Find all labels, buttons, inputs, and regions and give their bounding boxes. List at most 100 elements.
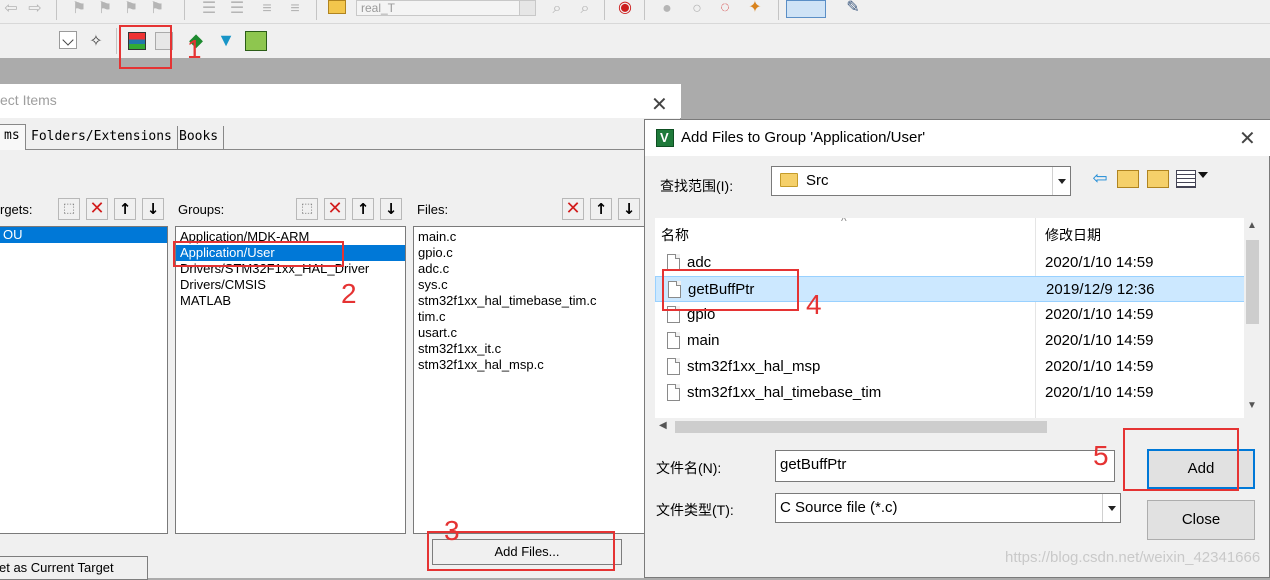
scroll-up-icon[interactable]: ▲ bbox=[1247, 220, 1257, 231]
new-target-icon[interactable]: ⬚ bbox=[58, 198, 80, 220]
toolbar-separator bbox=[604, 0, 605, 20]
move-down-icon[interactable]: ↓ bbox=[142, 198, 164, 220]
bookmark-prev-icon[interactable]: ⚑ bbox=[96, 0, 114, 18]
chevron-down-icon bbox=[62, 34, 74, 46]
annotation-label-3: 3 bbox=[444, 515, 460, 546]
filename-input[interactable]: getBuffPtr bbox=[775, 450, 1115, 482]
list-item[interactable]: stm32f1xx_it.c bbox=[414, 341, 652, 357]
indent-icon[interactable]: ☰ bbox=[200, 0, 218, 18]
manage-dialog-tabs: ms Folders/Extensions Books bbox=[0, 124, 681, 150]
move-down-icon[interactable]: ↓ bbox=[618, 198, 640, 220]
chevron-down-icon[interactable] bbox=[1102, 494, 1120, 522]
column-header-date[interactable]: 修改日期 bbox=[1045, 218, 1101, 250]
set-as-current-target-button[interactable]: et as Current Target bbox=[0, 556, 148, 580]
annotation-label-1: 1 bbox=[187, 34, 202, 64]
close-icon[interactable]: ✕ bbox=[651, 88, 668, 120]
window-layout-icon[interactable] bbox=[786, 0, 826, 18]
breakpoint-icon[interactable]: ● bbox=[658, 0, 676, 18]
configure-icon[interactable]: ✎ bbox=[844, 0, 862, 18]
annotation-box-2 bbox=[173, 241, 344, 267]
tab-project-items[interactable]: ms bbox=[0, 124, 26, 150]
look-in-label: 查找范围(I): bbox=[660, 178, 734, 194]
file-name: stm32f1xx_hal_timebase_tim bbox=[687, 384, 882, 401]
close-icon[interactable]: ✕ bbox=[1239, 120, 1256, 156]
chevron-down-icon[interactable] bbox=[1198, 172, 1208, 178]
back-icon[interactable]: ⇦ bbox=[1089, 168, 1111, 190]
chevron-down-icon[interactable] bbox=[1052, 167, 1070, 195]
uncomment-icon[interactable]: ≡ bbox=[286, 0, 304, 18]
comment-icon[interactable]: ≡ bbox=[258, 0, 276, 18]
list-item[interactable]: stm32f1xx_hal_msp.c bbox=[414, 357, 652, 373]
options-wand-icon[interactable]: ✧ bbox=[86, 31, 106, 51]
debug-start-icon[interactable]: ◉ bbox=[616, 0, 634, 18]
list-item[interactable]: stm32f1xx_hal_timebase_tim.c bbox=[414, 293, 652, 309]
toolbar-separator bbox=[184, 0, 185, 20]
delete-file-icon[interactable]: ✕ bbox=[562, 198, 584, 220]
delete-target-icon[interactable]: ✕ bbox=[86, 198, 108, 220]
vertical-scrollbar[interactable]: ▲ ▼ bbox=[1244, 218, 1261, 418]
incremental-find-icon[interactable]: ⌕ bbox=[576, 0, 594, 18]
list-item[interactable]: usart.c bbox=[414, 325, 652, 341]
verify-icon[interactable]: ▼ bbox=[216, 30, 236, 50]
targets-label: rgets: bbox=[0, 202, 33, 217]
close-button[interactable]: Close bbox=[1147, 500, 1255, 540]
breakpoint-kill-icon[interactable]: ✦ bbox=[746, 0, 764, 18]
annotation-box-5 bbox=[1123, 428, 1239, 491]
breakpoint-disable-icon[interactable]: ○ bbox=[688, 0, 706, 18]
bookmark-next-icon[interactable]: ⚑ bbox=[122, 0, 140, 18]
annotation-label-4: 4 bbox=[806, 289, 822, 320]
chevron-down-icon[interactable] bbox=[519, 1, 535, 15]
up-folder-icon[interactable] bbox=[1117, 170, 1139, 188]
file-date: 2020/1/10 14:59 bbox=[1045, 332, 1154, 349]
tab-folders-extensions[interactable]: Folders/Extensions bbox=[26, 126, 178, 150]
scroll-down-icon[interactable]: ▼ bbox=[1247, 400, 1257, 411]
list-item[interactable]: gpio.c bbox=[414, 245, 652, 261]
target-combo[interactable]: real_T bbox=[356, 0, 536, 16]
scroll-thumb[interactable] bbox=[1246, 240, 1259, 324]
filetype-label: 文件类型(T): bbox=[656, 502, 734, 518]
move-down-icon[interactable]: ↓ bbox=[380, 198, 402, 220]
bookmark-clear-icon[interactable]: ⚑ bbox=[148, 0, 166, 18]
scroll-left-icon[interactable]: ◀ bbox=[659, 420, 667, 431]
new-group-icon[interactable]: ⬚ bbox=[296, 198, 318, 220]
toolbar-separator bbox=[56, 0, 57, 20]
scroll-thumb[interactable] bbox=[675, 421, 1047, 433]
main-toolbar: ⇦ ⇨ ⚑ ⚑ ⚑ ⚑ ☰ ☰ ≡ ≡ real_T ⌕ ⌕ ◉ ● ○ ◌ ✦… bbox=[0, 0, 1270, 24]
groups-list: Application/MDK-ARM Application/User Dri… bbox=[175, 226, 406, 534]
toolbar-separator bbox=[644, 0, 645, 20]
back-icon[interactable]: ⇦ bbox=[2, 0, 20, 18]
list-item[interactable]: Drivers/CMSIS bbox=[176, 277, 405, 293]
file-list: 名称 ^ 修改日期 adc 2020/1/10 14:59 getBuffPtr 2… bbox=[655, 218, 1261, 436]
list-item[interactable]: sys.c bbox=[414, 277, 652, 293]
find-icon[interactable]: ⌕ bbox=[548, 0, 566, 18]
outdent-icon[interactable]: ☰ bbox=[228, 0, 246, 18]
table-row[interactable]: stm32f1xx_hal_timebase_tim 2020/1/10 14:5… bbox=[655, 380, 1245, 406]
filetype-combo[interactable]: C Source file (*.c) bbox=[775, 493, 1121, 523]
add-dialog-titlebar: Add Files to Group 'Application/User' ✕ bbox=[645, 120, 1270, 156]
view-menu-icon[interactable] bbox=[1176, 170, 1196, 188]
move-up-icon[interactable]: ↑ bbox=[590, 198, 612, 220]
list-item[interactable]: MATLAB bbox=[176, 293, 405, 309]
pack-installer-icon[interactable] bbox=[245, 31, 267, 51]
build-target-dropdown[interactable] bbox=[59, 31, 77, 49]
column-header-name[interactable]: 名称 bbox=[661, 218, 689, 250]
move-up-icon[interactable]: ↑ bbox=[114, 198, 136, 220]
look-in-combo[interactable]: Src bbox=[771, 166, 1071, 196]
breakpoint-clear-icon[interactable]: ◌ bbox=[716, 0, 734, 18]
list-item[interactable]: OU bbox=[0, 227, 167, 243]
keil-app-icon bbox=[656, 129, 674, 147]
new-folder-icon[interactable] bbox=[1147, 170, 1169, 188]
table-row[interactable]: stm32f1xx_hal_msp 2020/1/10 14:59 bbox=[655, 354, 1245, 380]
list-item[interactable]: adc.c bbox=[414, 261, 652, 277]
manage-dialog-title: ect Items bbox=[0, 92, 57, 108]
find-in-files-icon[interactable] bbox=[328, 0, 346, 14]
list-item[interactable]: main.c bbox=[414, 229, 652, 245]
bookmark-icon[interactable]: ⚑ bbox=[70, 0, 88, 18]
sort-ascending-icon: ^ bbox=[841, 218, 847, 228]
delete-group-icon[interactable]: ✕ bbox=[324, 198, 346, 220]
move-up-icon[interactable]: ↑ bbox=[352, 198, 374, 220]
forward-icon[interactable]: ⇨ bbox=[26, 0, 44, 18]
list-item[interactable]: tim.c bbox=[414, 309, 652, 325]
tab-books[interactable]: Books bbox=[174, 126, 225, 150]
table-row[interactable]: main 2020/1/10 14:59 bbox=[655, 328, 1245, 354]
